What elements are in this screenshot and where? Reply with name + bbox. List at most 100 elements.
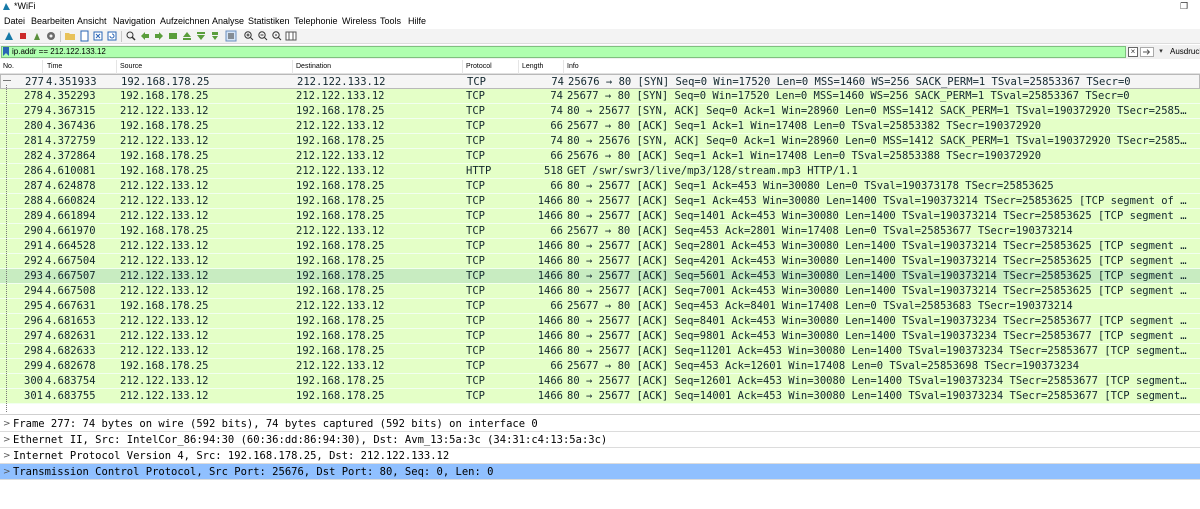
menu-navigation[interactable]: Navigation <box>113 16 156 26</box>
column-header-source[interactable]: Source <box>120 63 142 70</box>
menu-bearbeiten[interactable]: Bearbeiten <box>31 16 75 26</box>
clear-filter-button[interactable]: × <box>1128 47 1138 57</box>
packet-row[interactable]: 291 4.664528 212.122.133.12 192.168.178.… <box>0 239 1200 254</box>
resize-columns-icon[interactable] <box>285 30 297 42</box>
go-first-icon[interactable] <box>181 30 193 42</box>
packet-protocol: TCP <box>466 210 485 222</box>
packet-list[interactable]: 277 4.351933 192.168.178.25 212.122.133.… <box>0 74 1200 412</box>
expand-arrow-icon[interactable]: > <box>3 464 11 480</box>
bookmark-icon[interactable] <box>3 47 9 56</box>
packet-row[interactable]: 280 4.367436 192.168.178.25 212.122.133.… <box>0 119 1200 134</box>
packet-row[interactable]: 300 4.683754 212.122.133.12 192.168.178.… <box>0 374 1200 389</box>
packet-info: 25677 → 80 [ACK] Seq=453 Ack=12601 Win=1… <box>567 360 1080 372</box>
packet-row[interactable]: 281 4.372759 212.122.133.12 192.168.178.… <box>0 134 1200 149</box>
go-forward-icon[interactable] <box>153 30 165 42</box>
apply-filter-button[interactable] <box>1140 47 1154 57</box>
packet-row[interactable]: 296 4.681653 212.122.133.12 192.168.178.… <box>0 314 1200 329</box>
column-header-info[interactable]: Info <box>567 63 579 70</box>
menu-tools[interactable]: Tools <box>380 16 401 26</box>
detail-item-ipv4[interactable]: > Internet Protocol Version 4, Src: 192.… <box>0 448 1200 464</box>
colorize-icon[interactable] <box>225 30 237 42</box>
filter-history-dropdown[interactable]: ▾ <box>1156 47 1166 57</box>
column-divider[interactable] <box>462 60 463 74</box>
detail-item-frame[interactable]: > Frame 277: 74 bytes on wire (592 bits)… <box>0 416 1200 432</box>
detail-item-tcp[interactable]: > Transmission Control Protocol, Src Por… <box>0 464 1200 480</box>
options-gear-icon[interactable] <box>45 30 57 42</box>
display-filter-input[interactable]: ip.addr == 212.122.133.12 <box>1 46 1126 58</box>
menu-ansicht[interactable]: Ansicht <box>77 16 107 26</box>
packet-row[interactable]: 287 4.624878 212.122.133.12 192.168.178.… <box>0 179 1200 194</box>
zoom-in-icon[interactable] <box>243 30 255 42</box>
packet-length: 74 <box>551 76 564 88</box>
close-file-icon[interactable] <box>92 30 104 42</box>
shark-fin-start-icon[interactable] <box>3 30 15 42</box>
packet-destination: 192.168.178.25 <box>296 180 385 192</box>
menu-aufzeichnen[interactable]: Aufzeichnen <box>160 16 210 26</box>
column-header-destination[interactable]: Destination <box>296 63 331 70</box>
packet-source: 212.122.133.12 <box>120 285 209 297</box>
packet-row[interactable]: 289 4.661894 212.122.133.12 192.168.178.… <box>0 209 1200 224</box>
expand-arrow-icon[interactable]: > <box>3 448 11 464</box>
column-divider[interactable] <box>292 60 293 74</box>
menu-wireless[interactable]: Wireless <box>342 16 377 26</box>
packet-row[interactable]: 297 4.682631 212.122.133.12 192.168.178.… <box>0 329 1200 344</box>
detail-text: Frame 277: 74 bytes on wire (592 bits), … <box>13 418 538 430</box>
packet-row[interactable]: 294 4.667508 212.122.133.12 192.168.178.… <box>0 284 1200 299</box>
packet-row[interactable]: 286 4.610081 192.168.178.25 212.122.133.… <box>0 164 1200 179</box>
restore-window-button[interactable]: ❐ <box>1180 1 1188 12</box>
column-header-length[interactable]: Length <box>522 63 543 70</box>
packet-time: 4.661894 <box>45 210 96 222</box>
packet-row[interactable]: 299 4.682678 192.168.178.25 212.122.133.… <box>0 359 1200 374</box>
go-to-packet-icon[interactable] <box>167 30 179 42</box>
zoom-out-icon[interactable] <box>257 30 269 42</box>
file-icon[interactable] <box>78 30 90 42</box>
packet-row[interactable]: 301 4.683755 212.122.133.12 192.168.178.… <box>0 389 1200 404</box>
packet-row[interactable]: 290 4.661970 192.168.178.25 212.122.133.… <box>0 224 1200 239</box>
filter-expression-button[interactable]: Ausdruck... <box>1170 47 1200 56</box>
packet-row[interactable]: 292 4.667504 212.122.133.12 192.168.178.… <box>0 254 1200 269</box>
packet-info: 25677 → 80 [ACK] Seq=1 Ack=1 Win=17408 L… <box>567 120 1042 132</box>
stop-square-icon[interactable] <box>17 30 29 42</box>
menu-datei[interactable]: Datei <box>4 16 25 26</box>
column-header-no[interactable]: No. <box>3 63 14 70</box>
packet-source: 192.168.178.25 <box>120 225 209 237</box>
packet-row[interactable]: 277 4.351933 192.168.178.25 212.122.133.… <box>0 74 1200 89</box>
detail-item-ethernet[interactable]: > Ethernet II, Src: IntelCor_86:94:30 (6… <box>0 432 1200 448</box>
menu-telephonie[interactable]: Telephonie <box>294 16 338 26</box>
reload-icon[interactable] <box>106 30 118 42</box>
packet-source: 212.122.133.12 <box>120 390 209 402</box>
packet-row[interactable]: 288 4.660824 212.122.133.12 192.168.178.… <box>0 194 1200 209</box>
packet-source: 212.122.133.12 <box>120 345 209 357</box>
menu-statistiken[interactable]: Statistiken <box>248 16 290 26</box>
packet-row[interactable]: 282 4.372864 192.168.178.25 212.122.133.… <box>0 149 1200 164</box>
column-header-time[interactable]: Time <box>47 63 62 70</box>
menu-analyse[interactable]: Analyse <box>212 16 244 26</box>
packet-source: 212.122.133.12 <box>120 255 209 267</box>
packet-length: 66 <box>550 360 563 372</box>
packet-row[interactable]: 278 4.352293 192.168.178.25 212.122.133.… <box>0 89 1200 104</box>
packet-row[interactable]: 295 4.667631 192.168.178.25 212.122.133.… <box>0 299 1200 314</box>
packet-row[interactable]: 279 4.367315 212.122.133.12 192.168.178.… <box>0 104 1200 119</box>
packet-row[interactable]: 293 4.667507 212.122.133.12 192.168.178.… <box>0 269 1200 284</box>
zoom-normal-icon[interactable] <box>271 30 283 42</box>
find-icon[interactable] <box>125 30 137 42</box>
column-divider[interactable] <box>563 60 564 74</box>
packet-row[interactable]: 298 4.682633 212.122.133.12 192.168.178.… <box>0 344 1200 359</box>
autoscroll-icon[interactable] <box>209 30 221 42</box>
packet-time: 4.667507 <box>45 270 96 282</box>
menu-hilfe[interactable]: Hilfe <box>408 16 426 26</box>
expand-arrow-icon[interactable]: > <box>3 432 11 448</box>
column-divider[interactable] <box>116 60 117 74</box>
restart-icon[interactable] <box>31 30 43 42</box>
packet-protocol: TCP <box>466 270 485 282</box>
go-back-icon[interactable] <box>139 30 151 42</box>
column-divider[interactable] <box>42 60 43 74</box>
expand-arrow-icon[interactable]: > <box>3 416 11 432</box>
go-last-icon[interactable] <box>195 30 207 42</box>
column-divider[interactable] <box>518 60 519 74</box>
packet-length: 66 <box>550 150 563 162</box>
open-folder-icon[interactable] <box>64 30 76 42</box>
packet-time: 4.682678 <box>45 360 96 372</box>
packet-protocol: TCP <box>466 240 485 252</box>
column-header-protocol[interactable]: Protocol <box>466 63 492 70</box>
